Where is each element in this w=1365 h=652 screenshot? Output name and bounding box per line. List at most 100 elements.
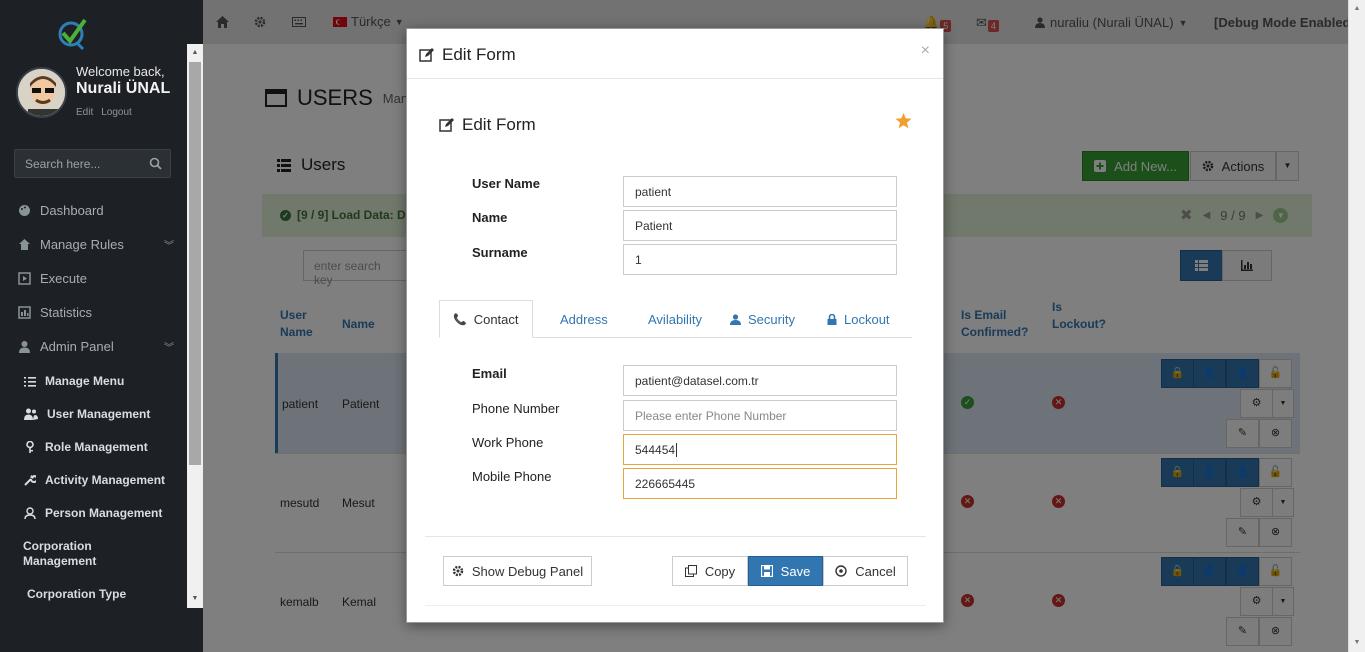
sidebar-item-manage-menu[interactable]: Manage Menu: [24, 374, 124, 388]
save-label: Save: [780, 563, 811, 579]
scroll-down-icon[interactable]: ▼: [187, 592, 203, 606]
text-cursor: [676, 443, 678, 457]
play-icon: [18, 272, 31, 285]
form-tabs: 📞 Contact Address Avilability Security L…: [439, 300, 912, 338]
user-icon: [19, 341, 30, 353]
tab-label: Lockout: [844, 311, 890, 327]
chart-icon: [18, 306, 31, 319]
gear-icon: [452, 565, 464, 577]
edit-form-modal: Edit Form × Edit Form User Name patient …: [406, 28, 944, 623]
save-button[interactable]: Save: [748, 556, 823, 586]
nav-manage-rules[interactable]: Manage Rules ︾: [18, 237, 174, 252]
phone-icon: 📞: [453, 313, 467, 326]
show-debug-panel-button[interactable]: Show Debug Panel: [443, 556, 592, 586]
lock-icon: [827, 313, 837, 325]
palette-icon: [19, 205, 30, 216]
sidebar-scrollbar[interactable]: ▲ ▼: [187, 44, 203, 608]
sidebar-item-label: Activity Management: [45, 473, 166, 487]
list-icon: [24, 376, 36, 387]
form-title-text: Edit Form: [462, 115, 536, 134]
tab-security[interactable]: Security: [730, 300, 795, 338]
nav-execute[interactable]: Execute: [18, 271, 87, 286]
email-label: Email: [472, 366, 507, 381]
sidebar: Welcome back, Nurali ÜNAL Edit Logout Sea…: [0, 0, 203, 652]
chevron-down-icon: ︾: [164, 343, 174, 354]
modal-title-text: Edit Form: [442, 45, 516, 64]
star-icon[interactable]: [895, 113, 912, 129]
cancel-icon: [835, 565, 847, 577]
cancel-label: Cancel: [855, 563, 896, 579]
mobile-phone-field[interactable]: 226665445: [623, 468, 897, 499]
sidebar-search-placeholder: Search here...: [25, 157, 101, 171]
users-icon: [24, 408, 38, 420]
nav-statistics[interactable]: Statistics: [18, 305, 92, 320]
tab-label: Security: [748, 311, 795, 327]
nav-label: Execute: [40, 271, 87, 286]
tab-label: Address: [560, 311, 608, 327]
avatar[interactable]: [16, 67, 67, 118]
work-phone-value: 544454: [635, 443, 676, 457]
tab-label: Avilability: [648, 311, 702, 327]
username-label: User Name: [472, 176, 540, 191]
edit-link[interactable]: Edit: [76, 107, 93, 118]
user-name: Nurali ÜNAL: [76, 80, 171, 97]
person-icon: [24, 507, 36, 519]
profile-links: Edit Logout: [76, 107, 140, 118]
copy-icon: [684, 565, 697, 577]
tab-lockout[interactable]: Lockout: [827, 300, 890, 338]
nav-label: Dashboard: [40, 203, 104, 218]
surname-field[interactable]: 1: [623, 244, 897, 275]
app-logo: [58, 18, 87, 51]
sidebar-item-role-management[interactable]: Role Management: [24, 440, 148, 454]
work-phone-field[interactable]: 544454: [623, 434, 897, 465]
show-debug-panel-label: Show Debug Panel: [471, 563, 584, 579]
tab-contact[interactable]: 📞 Contact: [439, 300, 533, 338]
sidebar-item-corporation-type[interactable]: Corporation Type: [27, 587, 126, 601]
tab-address[interactable]: Address: [560, 300, 608, 338]
cancel-button[interactable]: Cancel: [823, 556, 908, 586]
nav-admin-panel[interactable]: Admin Panel ︾: [18, 339, 174, 354]
logout-link[interactable]: Logout: [101, 107, 132, 118]
phone-number-label: Phone Number: [472, 401, 560, 416]
chevron-down-icon: ︾: [164, 241, 174, 252]
page-scrollbar[interactable]: ▲ ▼: [1348, 0, 1365, 652]
sidebar-item-label: User Management: [47, 407, 151, 421]
nav-label: Admin Panel: [40, 339, 114, 354]
sidebar-item-user-management[interactable]: User Management: [24, 407, 150, 421]
tab-availability[interactable]: Avilability: [648, 300, 702, 338]
copy-button[interactable]: Copy: [672, 556, 748, 586]
modal-header: Edit Form ×: [407, 29, 943, 79]
wrench-icon: [24, 474, 36, 486]
tab-label: Contact: [473, 311, 519, 327]
nav-label: Statistics: [40, 305, 93, 320]
sidebar-item-person-management[interactable]: Person Management: [24, 506, 162, 520]
scroll-up-icon[interactable]: ▲: [1349, 2, 1365, 16]
sidebar-item-label: Manage Menu: [45, 374, 125, 388]
scroll-down-icon[interactable]: ▼: [1349, 636, 1365, 650]
name-label: Name: [472, 210, 508, 225]
footer-divider: [425, 536, 926, 537]
scroll-thumb[interactable]: [189, 62, 201, 465]
name-field[interactable]: Patient: [623, 210, 897, 241]
sidebar-item-label: Role Management: [45, 440, 148, 454]
phone-number-field[interactable]: Please enter Phone Number: [623, 400, 897, 431]
scroll-up-icon[interactable]: ▲: [187, 46, 203, 60]
nav-label: Manage Rules: [40, 237, 124, 252]
surname-label: Surname: [472, 245, 528, 260]
user-icon: [730, 313, 741, 325]
edit-icon: [439, 118, 454, 132]
nav-dashboard[interactable]: Dashboard: [18, 203, 104, 218]
floppy-icon: [760, 565, 773, 577]
email-field[interactable]: patient@datasel.com.tr: [623, 365, 897, 396]
modal-title: Edit Form: [419, 45, 516, 65]
sidebar-item-corporation-management[interactable]: Corporation Management: [23, 539, 96, 569]
sidebar-search[interactable]: Search here...: [14, 149, 171, 178]
work-phone-label: Work Phone: [472, 435, 544, 450]
sidebar-item-activity-management[interactable]: Activity Management: [24, 473, 165, 487]
search-icon[interactable]: [149, 157, 162, 170]
username-field[interactable]: patient: [623, 176, 897, 207]
footer-divider: [425, 605, 926, 606]
welcome-text: Welcome back,: [76, 64, 165, 79]
close-icon[interactable]: ×: [921, 42, 930, 60]
copy-label: Copy: [704, 563, 736, 579]
